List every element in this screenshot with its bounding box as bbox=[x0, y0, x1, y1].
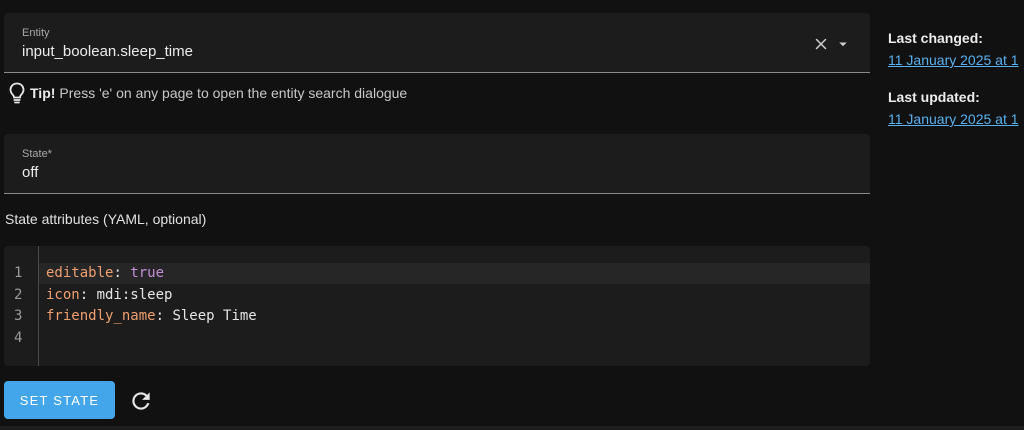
last-updated-link[interactable]: 11 January 2025 at 1 bbox=[888, 111, 1024, 127]
bottom-divider bbox=[0, 426, 1024, 430]
entity-picker[interactable]: Entity input_boolean.sleep_time bbox=[4, 13, 870, 73]
close-icon[interactable] bbox=[812, 35, 830, 53]
yaml-value: true bbox=[130, 265, 165, 281]
tip-title: Tip! bbox=[30, 85, 56, 101]
yaml-value: Sleep Time bbox=[172, 308, 257, 324]
entity-search-tip: Tip! Press 'e' on any page to open the e… bbox=[8, 82, 407, 104]
yaml-key: icon bbox=[46, 287, 80, 303]
line-number: 3 bbox=[14, 308, 23, 324]
refresh-icon[interactable] bbox=[128, 388, 154, 414]
state-field[interactable]: State* off bbox=[4, 134, 870, 194]
menu-down-icon[interactable] bbox=[834, 35, 852, 53]
line-number: 4 bbox=[14, 330, 23, 346]
last-updated-block: Last updated: 11 January 2025 at 1 bbox=[888, 89, 1024, 127]
entity-field-label: Entity bbox=[22, 27, 50, 39]
line-number: 2 bbox=[14, 287, 23, 303]
last-updated-label: Last updated: bbox=[888, 89, 980, 105]
lightbulb-outline-icon bbox=[8, 82, 26, 104]
last-changed-link[interactable]: 11 January 2025 at 1 bbox=[888, 52, 1024, 68]
state-attributes-label: State attributes (YAML, optional) bbox=[5, 211, 207, 227]
yaml-key: friendly_name bbox=[46, 308, 156, 324]
entity-field-value[interactable]: input_boolean.sleep_time bbox=[22, 43, 193, 60]
state-field-label: State* bbox=[22, 148, 52, 160]
last-changed-block: Last changed: 11 January 2025 at 1 bbox=[888, 30, 1024, 68]
state-input[interactable]: off bbox=[22, 164, 38, 181]
last-changed-label: Last changed: bbox=[888, 30, 983, 46]
code-line[interactable]: editable: true bbox=[46, 265, 164, 281]
yaml-key: editable bbox=[46, 265, 114, 281]
yaml-code-editor[interactable]: 1 2 3 4 editable: true icon: mdi:sleep f… bbox=[4, 246, 870, 366]
code-line[interactable]: friendly_name: Sleep Time bbox=[46, 308, 257, 324]
yaml-value: mdi:sleep bbox=[96, 287, 173, 303]
line-number-gutter: 1 2 3 4 bbox=[4, 246, 39, 366]
set-state-button[interactable]: SET STATE bbox=[4, 381, 115, 419]
developer-tools-states-page: Entity input_boolean.sleep_time Tip! Pre… bbox=[0, 0, 1024, 430]
line-number: 1 bbox=[14, 265, 23, 281]
tip-text: Press 'e' on any page to open the entity… bbox=[59, 85, 408, 101]
code-line[interactable]: icon: mdi:sleep bbox=[46, 287, 172, 303]
